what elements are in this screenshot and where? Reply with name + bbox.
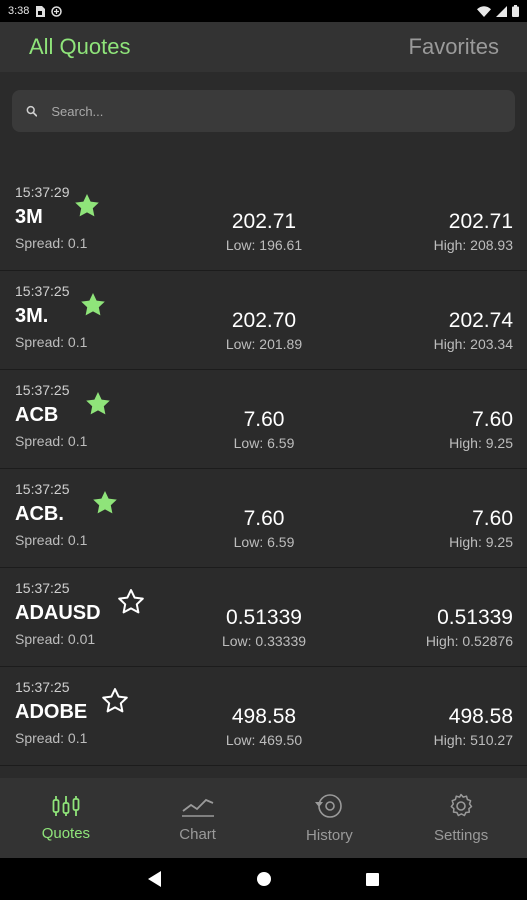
favorite-star-outline-icon[interactable] (101, 687, 129, 715)
top-tab-bar: All Quotes Favorites (0, 22, 527, 72)
quote-high: High: 0.52876 (425, 633, 513, 649)
quote-high: High: 208.93 (433, 237, 513, 253)
quote-low: Low: 0.33339 (221, 633, 307, 649)
quote-spread: Spread: 0.1 (15, 235, 88, 251)
quote-spread: Spread: 0.1 (15, 730, 88, 746)
quote-time: 15:37:25 (15, 382, 70, 398)
favorite-star-filled-icon[interactable] (84, 390, 112, 418)
quote-high: High: 9.25 (449, 435, 513, 451)
back-icon[interactable] (148, 871, 162, 887)
nav-settings[interactable]: Settings (395, 778, 527, 858)
search-bar[interactable] (12, 90, 515, 132)
quote-symbol: ADAUSD (15, 602, 101, 624)
tab-favorites[interactable]: Favorites (409, 34, 499, 60)
quote-ask: 202.74 (448, 309, 513, 332)
quote-high: High: 510.27 (433, 732, 513, 748)
quote-row[interactable]: 15:37:25 ACB Spread: 0.1 7.60 Low: 6.59 … (0, 370, 527, 469)
history-icon (315, 793, 343, 818)
wifi-icon (477, 5, 491, 17)
quote-low: Low: 6.59 (233, 534, 295, 550)
quote-time: 15:37:25 (15, 283, 70, 299)
quote-symbol: 3M (15, 206, 43, 228)
quote-symbol: 3M. (15, 305, 49, 327)
signal-icon (496, 5, 507, 17)
quote-spread: Spread: 0.1 (15, 334, 88, 350)
quote-ask: 498.58 (448, 705, 513, 728)
battery-icon (512, 5, 519, 17)
nav-quotes[interactable]: Quotes (0, 778, 132, 858)
sim-card-icon (36, 5, 46, 17)
quote-time: 15:37:29 (15, 184, 70, 200)
nav-chart-label: Chart (179, 825, 216, 843)
quote-ask: 202.71 (448, 210, 513, 233)
search-icon (26, 105, 38, 117)
quote-ask: 7.60 (472, 408, 513, 431)
quote-high: High: 9.25 (449, 534, 513, 550)
quote-spread: Spread: 0.1 (15, 433, 88, 449)
quote-row[interactable]: 15:37:25 ACB. Spread: 0.1 7.60 Low: 6.59… (0, 469, 527, 568)
status-bar: 3:38 (0, 0, 527, 22)
favorite-star-filled-icon[interactable] (73, 192, 101, 220)
system-navigation-bar (0, 858, 527, 900)
search-input[interactable] (51, 103, 501, 119)
tab-all-quotes[interactable]: All Quotes (29, 34, 131, 60)
quote-symbol: ACB. (15, 503, 64, 525)
quote-low: Low: 6.59 (233, 435, 295, 451)
quote-row[interactable]: 15:37:25 3M. Spread: 0.1 202.70 Low: 201… (0, 271, 527, 370)
quote-spread: Spread: 0.01 (15, 631, 96, 647)
nav-chart[interactable]: Chart (132, 778, 264, 858)
quotes-icon (52, 795, 80, 816)
nav-history[interactable]: History (264, 778, 396, 858)
quote-list[interactable]: 15:37:29 3M Spread: 0.1 202.71 Low: 196.… (0, 172, 527, 778)
nav-quotes-label: Quotes (41, 824, 91, 842)
quote-bid: 7.60 (243, 408, 285, 431)
quote-row[interactable]: 15:37:29 3M Spread: 0.1 202.71 Low: 196.… (0, 172, 527, 271)
quote-row[interactable]: 15:37:25 ADAUSD Spread: 0.01 0.51339 Low… (0, 568, 527, 667)
quote-bid: 202.71 (231, 210, 297, 233)
quote-symbol: ACB (15, 404, 59, 426)
quote-bid: 0.51339 (226, 606, 302, 629)
nav-settings-label: Settings (434, 826, 489, 844)
data-saver-icon (51, 5, 63, 17)
app-screen: All Quotes Favorites 15:37:29 3M Spread:… (0, 22, 527, 858)
quote-row[interactable]: 15:37:25 (0, 766, 527, 778)
quote-ask: 0.51339 (437, 606, 513, 629)
nav-history-label: History (306, 826, 353, 844)
quote-bid: 202.70 (231, 309, 297, 332)
quote-ask: 7.60 (472, 507, 513, 530)
bottom-navigation: Quotes Chart History Settings (0, 778, 527, 858)
favorite-star-outline-icon[interactable] (117, 588, 145, 616)
status-time: 3:38 (8, 5, 30, 17)
quote-time: 15:37:25 (15, 679, 70, 695)
quote-bid: 7.60 (243, 507, 285, 530)
chart-icon (181, 798, 214, 817)
quote-low: Low: 201.89 (225, 336, 303, 352)
quote-row[interactable]: 15:37:25 ADOBE Spread: 0.1 498.58 Low: 4… (0, 667, 527, 766)
quote-spread: Spread: 0.1 (15, 532, 88, 548)
quote-high: High: 203.34 (433, 336, 513, 352)
quote-time: 15:37:25 (15, 580, 70, 596)
home-icon[interactable] (257, 872, 271, 886)
search-container (0, 72, 527, 150)
favorite-star-filled-icon[interactable] (91, 489, 119, 517)
settings-gear-icon (450, 793, 473, 816)
favorite-star-filled-icon[interactable] (79, 291, 107, 319)
quote-time: 15:37:25 (15, 481, 70, 497)
quote-bid: 498.58 (231, 705, 297, 728)
quote-symbol: ADOBE (15, 701, 88, 723)
quote-low: Low: 196.61 (225, 237, 303, 253)
quote-low: Low: 469.50 (225, 732, 303, 748)
recents-icon[interactable] (366, 872, 379, 886)
